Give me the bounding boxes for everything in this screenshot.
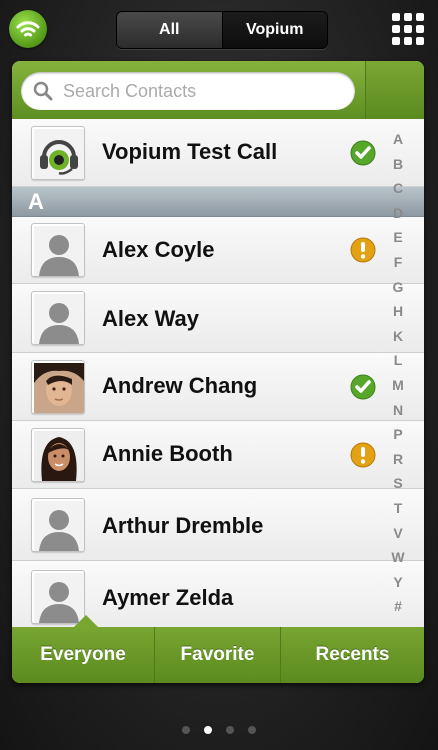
bottom-tab-bar: Everyone Favorite Recents <box>12 627 424 683</box>
index-letter[interactable]: C <box>388 180 408 196</box>
page-dot-active[interactable] <box>204 726 212 734</box>
contact-row-vopium-test-call[interactable]: Vopium Test Call <box>12 119 424 187</box>
avatar-placeholder <box>31 498 85 552</box>
index-letter[interactable]: A <box>388 131 408 147</box>
contact-row[interactable]: Annie Booth <box>12 421 424 489</box>
index-letter[interactable]: D <box>388 205 408 221</box>
headset-icon <box>31 126 85 180</box>
search-side-panel <box>365 61 424 119</box>
page-dot[interactable] <box>248 726 256 734</box>
contact-row[interactable]: Andrew Chang <box>12 353 424 421</box>
warning-status-icon <box>350 442 376 468</box>
grid-menu-icon[interactable] <box>392 13 424 45</box>
contact-name: Aymer Zelda <box>102 585 234 610</box>
search-input[interactable] <box>63 72 343 110</box>
contact-name: Vopium Test Call <box>102 139 278 164</box>
index-letter[interactable]: E <box>388 229 408 245</box>
contacts-card: Vopium Test Call A Alex Coyle Alex Way <box>12 61 424 683</box>
avatar-placeholder <box>31 291 85 345</box>
active-tab-indicator <box>74 615 98 627</box>
contact-row[interactable]: Arthur Dremble <box>12 489 424 561</box>
warning-status-icon <box>350 237 376 263</box>
index-letter[interactable]: R <box>388 451 408 467</box>
tab-everyone[interactable]: Everyone <box>12 627 155 683</box>
page-indicator[interactable] <box>0 724 438 736</box>
segmented-control: All Vopium <box>116 11 328 49</box>
index-letter[interactable]: L <box>388 352 408 368</box>
avatar-placeholder <box>31 223 85 277</box>
contact-name: Alex Coyle <box>102 237 215 262</box>
tab-favorite[interactable]: Favorite <box>155 627 281 683</box>
index-letter[interactable]: T <box>388 500 408 516</box>
contact-name: Alex Way <box>102 306 200 331</box>
section-header-a: A <box>12 187 424 217</box>
wifi-logo-icon[interactable] <box>9 10 47 48</box>
contact-row[interactable]: Alex Way <box>12 284 424 353</box>
index-letter[interactable]: Y <box>388 574 408 590</box>
index-letter[interactable]: P <box>388 426 408 442</box>
female-photo-avatar <box>31 428 85 482</box>
index-letter[interactable]: H <box>388 303 408 319</box>
page-dot[interactable] <box>182 726 190 734</box>
index-letter[interactable]: G <box>388 279 408 295</box>
index-letter[interactable]: V <box>388 525 408 541</box>
contact-name: Annie Booth <box>102 441 233 466</box>
index-letter[interactable]: K <box>388 328 408 344</box>
index-letter[interactable]: # <box>388 598 408 614</box>
index-letter[interactable]: W <box>388 549 408 565</box>
page-dot[interactable] <box>226 726 234 734</box>
check-status-icon <box>350 374 376 400</box>
contact-name: Andrew Chang <box>102 373 258 398</box>
search-icon <box>33 81 53 101</box>
search-box[interactable] <box>21 72 355 110</box>
index-letter[interactable]: M <box>388 377 408 393</box>
tab-vopium[interactable]: Vopium <box>222 12 327 48</box>
contact-row[interactable]: Alex Coyle <box>12 217 424 284</box>
top-bar: All Vopium <box>0 0 438 58</box>
tab-all[interactable]: All <box>117 12 223 48</box>
male-photo-avatar <box>31 360 85 414</box>
index-letter[interactable]: B <box>388 156 408 172</box>
contact-name: Arthur Dremble <box>102 513 264 538</box>
tab-recents[interactable]: Recents <box>281 627 424 683</box>
check-status-icon <box>350 140 376 166</box>
index-letter[interactable]: F <box>388 254 408 270</box>
index-letter[interactable]: S <box>388 475 408 491</box>
index-letter[interactable]: N <box>388 402 408 418</box>
search-bar <box>12 61 424 119</box>
contact-list[interactable]: Vopium Test Call A Alex Coyle Alex Way A… <box>12 119 424 627</box>
